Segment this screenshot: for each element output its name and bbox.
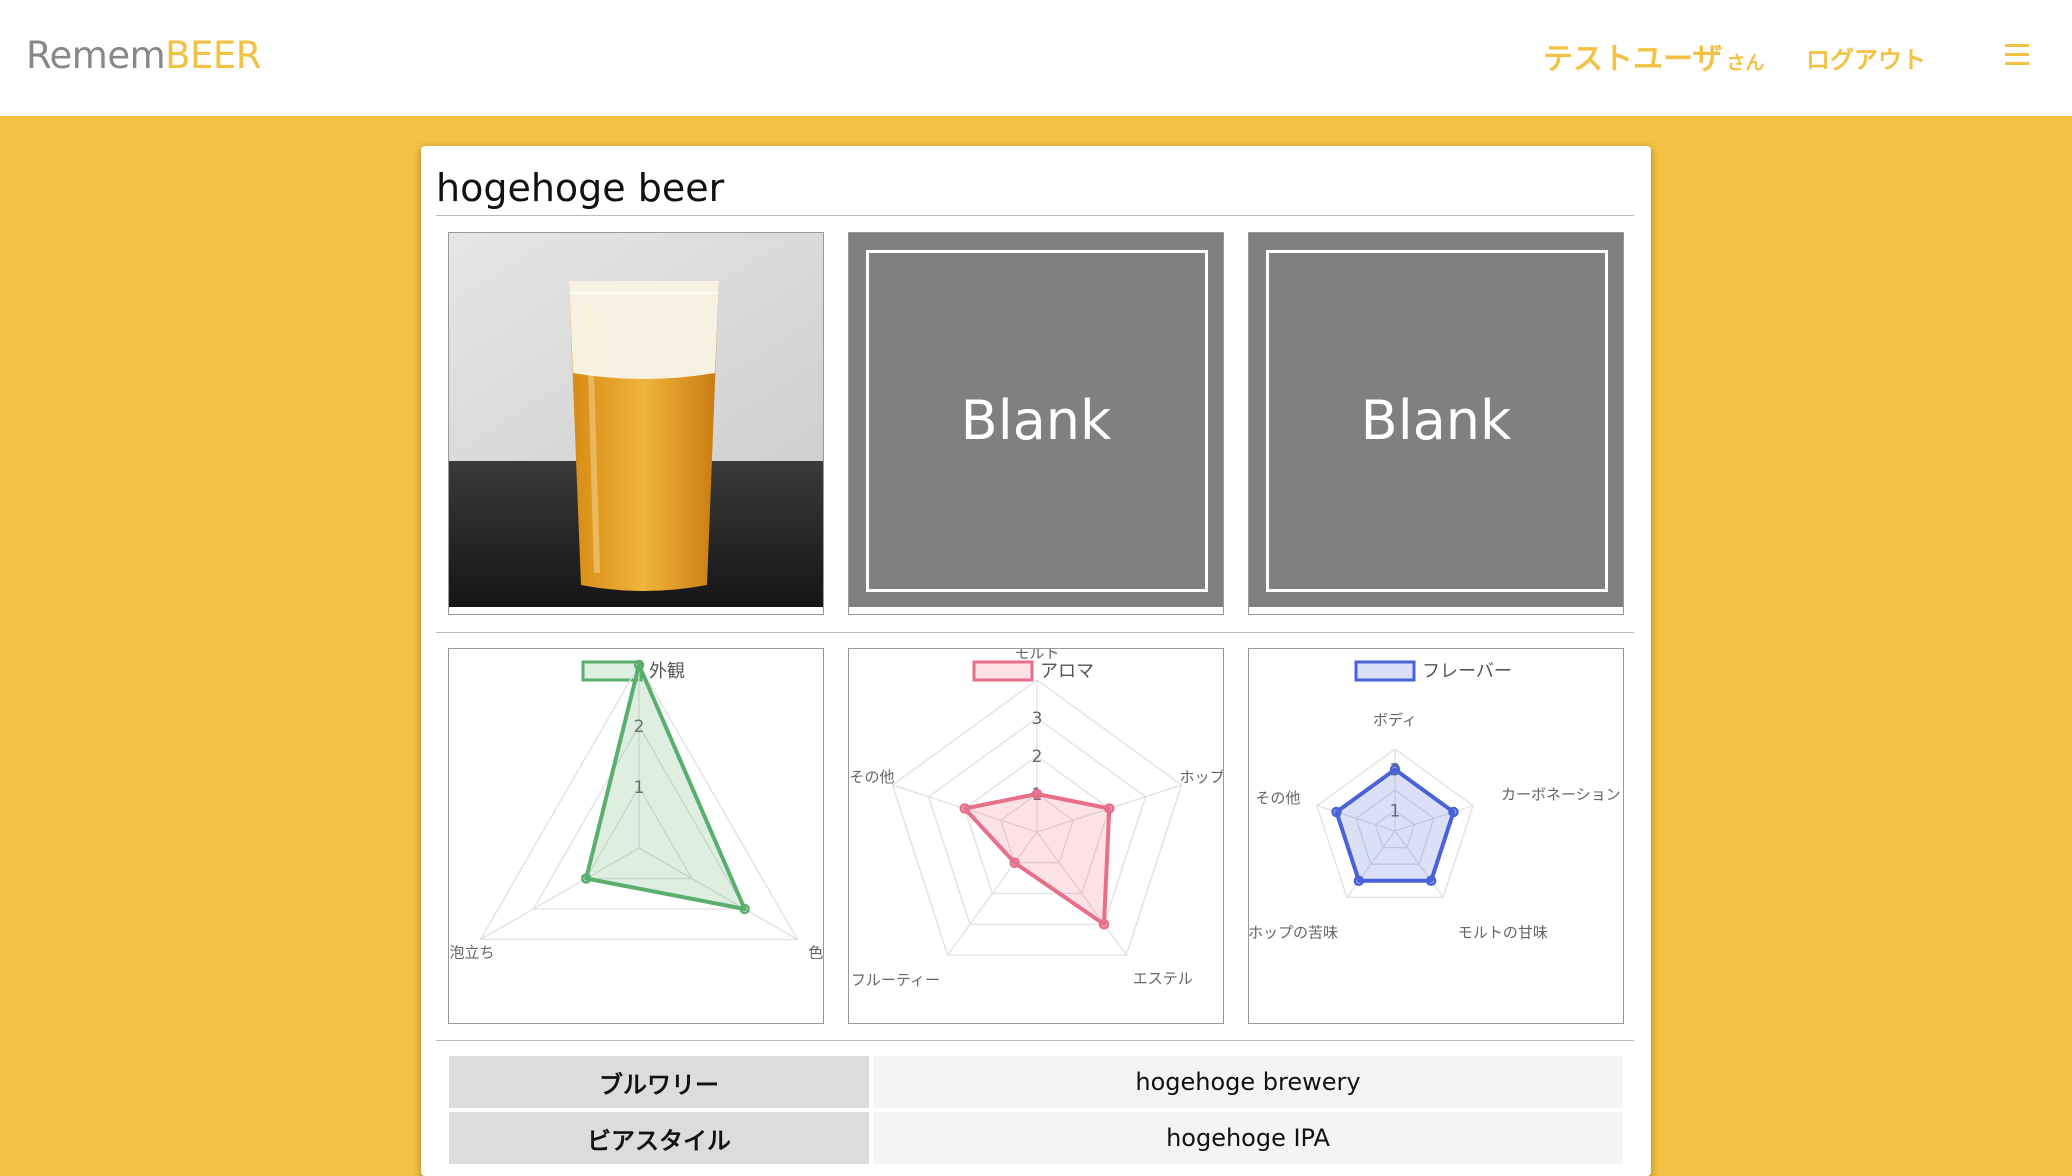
data-point[interactable] [1009,857,1020,868]
style-row: ビアスタイル hogehoge IPA [449,1112,1623,1164]
logout-link[interactable]: ログアウト [1806,40,1926,75]
data-point[interactable] [1448,806,1459,818]
data-point[interactable] [1353,875,1365,887]
hamburger-icon[interactable] [2005,44,2029,66]
data-area [584,663,747,911]
tick-label: 3 [1032,709,1043,729]
beer-photo-slot[interactable] [448,232,824,615]
divider [436,1040,1634,1041]
aroma-chart: アロマ123モルトホップエステルフルーティーその他 [848,648,1224,1024]
legend-label: 外観 [649,661,685,682]
blank-placeholder: Blank [849,233,1223,607]
axis-label: モルトの甘味 [1458,923,1548,941]
data-point[interactable] [959,803,970,814]
axis-label: ボディ [1373,711,1417,729]
legend-swatch[interactable] [1354,660,1416,682]
beer-card: hogehoge beer Blank Blank 外観 色 泡立ち アロマ 2… [421,146,1651,1176]
axis-label: カーボネーション [1501,785,1621,803]
aroma-radar-chart: アロマ123モルトホップエステルフルーティーその他 [849,649,1224,989]
data-point[interactable] [1104,803,1115,814]
legend-label: フレーバー [1422,661,1512,682]
blank-label: Blank [1360,388,1512,452]
axis-label: フルーティー [851,971,940,989]
divider [436,215,1634,216]
axis-label: ホップ [1180,768,1224,786]
data-point[interactable] [580,873,592,884]
appearance-radar-chart: 外観12透明度色泡立ち [449,659,823,962]
beer-photo [449,233,823,607]
data-point[interactable] [1389,764,1401,775]
tick-label: 2 [1032,747,1043,767]
blank-placeholder: Blank [1249,233,1623,607]
brewery-row: ブルワリー hogehoge brewery [449,1056,1623,1108]
user-name: テストユーザ さん [1543,42,1765,77]
data-area [962,792,1112,927]
logo[interactable]: RememBEER [26,34,262,77]
data-point[interactable] [1425,875,1437,887]
axis-label: その他 [849,768,894,786]
brewery-label: ブルワリー [449,1056,869,1108]
divider [436,632,1634,633]
axis-label: その他 [1255,789,1300,807]
axis-label: エステル [1133,970,1193,988]
style-value: hogehoge IPA [873,1112,1623,1164]
legend-swatch[interactable] [972,660,1034,682]
data-point[interactable] [1098,918,1110,930]
brewery-value: hogehoge brewery [873,1056,1623,1108]
page-title: hogehoge beer [436,166,725,210]
style-label: ビアスタイル [449,1112,869,1164]
top-header: RememBEER テストユーザ さん ログアウト [0,0,2072,116]
data-point[interactable] [739,903,750,915]
data-point[interactable] [1331,806,1342,818]
axis-label: 色 [808,944,823,962]
axis-label: ホップの苦味 [1249,923,1338,941]
blank-image-slot[interactable]: Blank [848,232,1224,615]
blank-image-slot[interactable]: Blank [1248,232,1624,615]
flavor-radar-chart: フレーバー13ボディカーボネーションモルトの甘味ホップの苦味その他 [1249,660,1621,941]
axis-label: モルト [1014,649,1059,662]
axis-label: 泡立ち [449,944,494,962]
blank-label: Blank [960,388,1112,452]
legend-label: アロマ [1040,661,1094,682]
flavor-chart: フレーバー13ボディカーボネーションモルトの甘味ホップの苦味その他 [1248,648,1624,1024]
appearance-chart: 外観12透明度色泡立ち [448,648,824,1024]
data-area [1334,767,1456,883]
data-point[interactable] [1031,788,1043,800]
data-point[interactable] [633,659,645,671]
